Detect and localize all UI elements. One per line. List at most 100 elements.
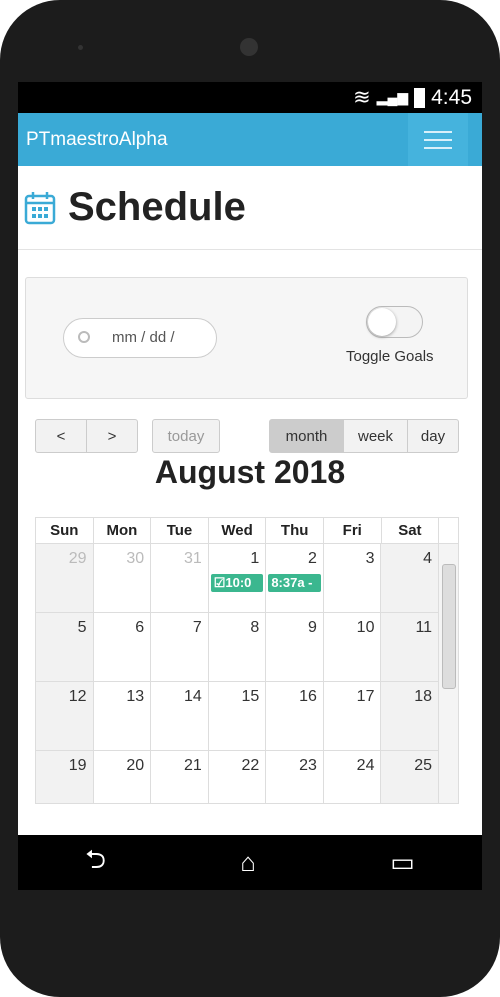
- day-number: 25: [414, 757, 433, 774]
- day-cell[interactable]: 15: [209, 682, 267, 750]
- clock: 4:45: [431, 85, 472, 109]
- day-cell[interactable]: 25: [381, 751, 440, 803]
- day-number: 30: [126, 550, 145, 567]
- day-cell[interactable]: 3: [324, 544, 382, 612]
- date-placeholder: mm / dd /: [112, 329, 175, 346]
- day-view-button[interactable]: day: [407, 419, 459, 453]
- signal-icon: ▂▄▆: [376, 89, 409, 105]
- day-number: 8: [250, 619, 260, 636]
- week-row: 12 13 14 15 16 17 18: [36, 682, 440, 751]
- page-title: Schedule: [68, 185, 246, 229]
- day-cell[interactable]: 13: [94, 682, 152, 750]
- weekday-header: Mon: [94, 518, 152, 543]
- battery-icon: [414, 87, 426, 108]
- home-icon[interactable]: ⌂: [240, 847, 256, 878]
- day-number: 22: [241, 757, 260, 774]
- day-number: 19: [68, 757, 87, 774]
- day-cell[interactable]: 24: [324, 751, 382, 803]
- search-icon: [78, 331, 90, 343]
- day-number: 9: [307, 619, 317, 636]
- day-number: 24: [356, 757, 375, 774]
- day-cell[interactable]: 21: [151, 751, 209, 803]
- day-number: 29: [68, 550, 87, 567]
- back-icon[interactable]: ⮌: [85, 841, 106, 885]
- day-cell[interactable]: 9: [266, 613, 324, 681]
- day-cell[interactable]: 14: [151, 682, 209, 750]
- day-cell[interactable]: 31: [151, 544, 209, 612]
- next-button[interactable]: >: [86, 419, 138, 453]
- day-cell[interactable]: 17: [324, 682, 382, 750]
- weekday-header: Fri: [324, 518, 382, 543]
- scrollbar[interactable]: [438, 544, 458, 803]
- day-cell[interactable]: 20: [94, 751, 152, 803]
- weekday-header: Sat: [382, 518, 440, 543]
- phone-frame: ≋ ▂▄▆ 4:45 PTmaestroAlpha Schedule mm / …: [0, 0, 500, 997]
- calendar-event[interactable]: ☑10:0: [210, 574, 264, 592]
- day-cell[interactable]: 4: [381, 544, 440, 612]
- sensor: [78, 45, 83, 50]
- recents-icon[interactable]: ▭: [390, 847, 415, 878]
- page-header: Schedule: [18, 166, 482, 250]
- day-number: 5: [77, 619, 87, 636]
- wifi-icon: ≋: [353, 86, 371, 109]
- week-row: 5 6 7 8 9 10 11: [36, 613, 440, 682]
- month-view-button[interactable]: month: [269, 419, 344, 453]
- day-number: 6: [135, 619, 145, 636]
- day-cell[interactable]: 6: [94, 613, 152, 681]
- event-label: 10:0: [225, 575, 252, 590]
- check-icon: ☑: [213, 575, 226, 590]
- day-number: 4: [423, 550, 433, 567]
- day-number: 23: [299, 757, 317, 774]
- day-number: 16: [299, 688, 317, 705]
- month-calendar: Sun Mon Tue Wed Thu Fri Sat 29 30 31 1 ☑10:0 2 8:37a…: [35, 517, 459, 804]
- weekday-header: Tue: [151, 518, 209, 543]
- weekday-header: Wed: [209, 518, 267, 543]
- day-cell[interactable]: 11: [381, 613, 440, 681]
- day-cell[interactable]: 1 ☑10:0: [209, 544, 267, 612]
- day-cell[interactable]: 7: [151, 613, 209, 681]
- camera: [240, 38, 258, 56]
- weekday-header: Thu: [266, 518, 324, 543]
- day-cell[interactable]: 16: [266, 682, 324, 750]
- toggle-goals-switch[interactable]: [366, 306, 423, 338]
- day-cell[interactable]: 19: [36, 751, 94, 803]
- day-cell[interactable]: 8: [209, 613, 267, 681]
- day-number: 14: [183, 688, 202, 705]
- event-label: 8:37a -: [271, 575, 313, 590]
- date-input[interactable]: mm / dd /: [63, 318, 217, 358]
- week-row: 29 30 31 1 ☑10:0 2 8:37a - 3 4: [36, 544, 440, 613]
- day-cell[interactable]: 23: [266, 751, 324, 803]
- day-number: 20: [126, 757, 145, 774]
- day-cell[interactable]: 29: [36, 544, 94, 612]
- day-number: 3: [365, 550, 375, 567]
- toggle-goals-label: Toggle Goals: [346, 348, 434, 365]
- filter-panel: mm / dd / Toggle Goals: [25, 277, 468, 399]
- day-cell[interactable]: 30: [94, 544, 152, 612]
- day-number: 11: [415, 619, 433, 636]
- today-button[interactable]: today: [152, 419, 220, 453]
- day-cell[interactable]: 10: [324, 613, 382, 681]
- day-number: 13: [126, 688, 145, 705]
- day-number: 12: [68, 688, 87, 705]
- day-cell[interactable]: 12: [36, 682, 94, 750]
- weekday-header: Sun: [36, 518, 94, 543]
- calendar-title: August 2018: [154, 454, 346, 490]
- day-number: 21: [183, 757, 202, 774]
- hamburger-icon[interactable]: [408, 113, 468, 166]
- android-nav-bar: ⮌ ⌂ ▭: [18, 835, 482, 890]
- day-cell[interactable]: 5: [36, 613, 94, 681]
- day-number: 1: [250, 550, 260, 567]
- app-bar: PTmaestroAlpha: [18, 113, 482, 166]
- day-number: 7: [192, 619, 202, 636]
- prev-button[interactable]: <: [35, 419, 87, 453]
- day-cell[interactable]: 18: [381, 682, 440, 750]
- week-view-button[interactable]: week: [343, 419, 408, 453]
- screen: ≋ ▂▄▆ 4:45 PTmaestroAlpha Schedule mm / …: [18, 82, 482, 890]
- calendar-event[interactable]: 8:37a -: [268, 574, 321, 592]
- app-title[interactable]: PTmaestroAlpha: [26, 129, 168, 151]
- day-cell[interactable]: 2 8:37a -: [266, 544, 324, 612]
- day-cell[interactable]: 22: [209, 751, 267, 803]
- day-number: 18: [414, 688, 433, 705]
- day-number: 31: [183, 550, 202, 567]
- day-number: 17: [356, 688, 375, 705]
